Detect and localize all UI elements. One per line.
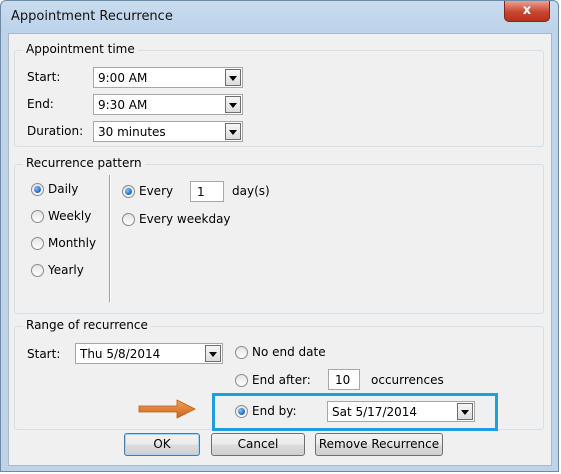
dialog-window: Appointment Recurrence x Appointment tim…: [0, 0, 559, 472]
occurrences-input[interactable]: 10: [328, 369, 360, 390]
daily-radio[interactable]: [31, 183, 44, 196]
days-unit-label: day(s): [232, 184, 270, 198]
every-label: Every: [139, 184, 174, 198]
no-end-date-label: No end date: [252, 345, 326, 359]
recurrence-pattern-group: Recurrence pattern Daily Weekly Monthly …: [14, 156, 544, 314]
end-by-value: Sat 5/17/2014: [332, 405, 418, 419]
every-days-input[interactable]: 1: [190, 181, 224, 202]
duration-select[interactable]: 30 minutes: [93, 121, 243, 142]
appointment-time-group: Appointment time Start: 9:00 AM End: 9:3…: [14, 42, 544, 147]
occurrences-value: 10: [335, 373, 351, 387]
every-days-value: 1: [197, 185, 205, 199]
monthly-radio[interactable]: [31, 237, 44, 250]
end-by-label: End by:: [252, 404, 297, 418]
weekly-label: Weekly: [48, 209, 92, 223]
chevron-down-icon[interactable]: [225, 69, 241, 86]
end-after-radio[interactable]: [235, 374, 248, 387]
range-start-value: Thu 5/8/2014: [80, 347, 161, 361]
yearly-label: Yearly: [48, 263, 84, 277]
every-n-days-radio[interactable]: [122, 185, 135, 198]
chevron-down-icon[interactable]: [225, 123, 241, 140]
end-time-select[interactable]: 9:30 AM: [93, 94, 243, 115]
start-time-label: Start:: [27, 70, 61, 84]
duration-label: Duration:: [27, 124, 84, 138]
close-icon: x: [522, 3, 532, 18]
end-time-label: End:: [27, 97, 54, 111]
chevron-down-icon[interactable]: [457, 403, 473, 420]
yearly-radio[interactable]: [31, 264, 44, 277]
chevron-down-icon[interactable]: [205, 345, 221, 362]
arrow-annotation-icon: [138, 399, 196, 419]
pattern-divider: [109, 175, 111, 302]
end-after-label: End after:: [252, 373, 311, 387]
range-legend: Range of recurrence: [23, 318, 151, 332]
cancel-button[interactable]: Cancel: [211, 433, 305, 456]
end-by-radio[interactable]: [235, 405, 248, 418]
occurrences-label: occurrences: [371, 373, 444, 387]
monthly-label: Monthly: [48, 236, 97, 250]
ok-button[interactable]: OK: [124, 433, 200, 456]
chevron-down-icon[interactable]: [225, 96, 241, 113]
no-end-date-radio[interactable]: [235, 346, 248, 359]
start-time-value: 9:00 AM: [98, 71, 148, 85]
range-start-select[interactable]: Thu 5/8/2014: [75, 343, 223, 364]
every-weekday-label: Every weekday: [139, 212, 231, 226]
start-time-select[interactable]: 9:00 AM: [93, 67, 243, 88]
range-of-recurrence-group: Range of recurrence Start: Thu 5/8/2014 …: [14, 318, 544, 431]
every-weekday-radio[interactable]: [122, 213, 135, 226]
close-button[interactable]: x: [504, 1, 550, 22]
duration-value: 30 minutes: [98, 125, 166, 139]
end-by-select[interactable]: Sat 5/17/2014: [327, 401, 475, 422]
weekly-radio[interactable]: [31, 210, 44, 223]
end-time-value: 9:30 AM: [98, 98, 148, 112]
range-start-label: Start:: [27, 347, 61, 361]
recurrence-pattern-legend: Recurrence pattern: [23, 156, 145, 170]
window-title: Appointment Recurrence: [11, 9, 173, 24]
title-bar[interactable]: Appointment Recurrence x: [1, 1, 558, 35]
remove-recurrence-button[interactable]: Remove Recurrence: [315, 433, 443, 456]
appointment-time-legend: Appointment time: [23, 42, 138, 56]
daily-label: Daily: [48, 182, 79, 196]
dialog-body: Appointment time Start: 9:00 AM End: 9:3…: [8, 33, 552, 466]
